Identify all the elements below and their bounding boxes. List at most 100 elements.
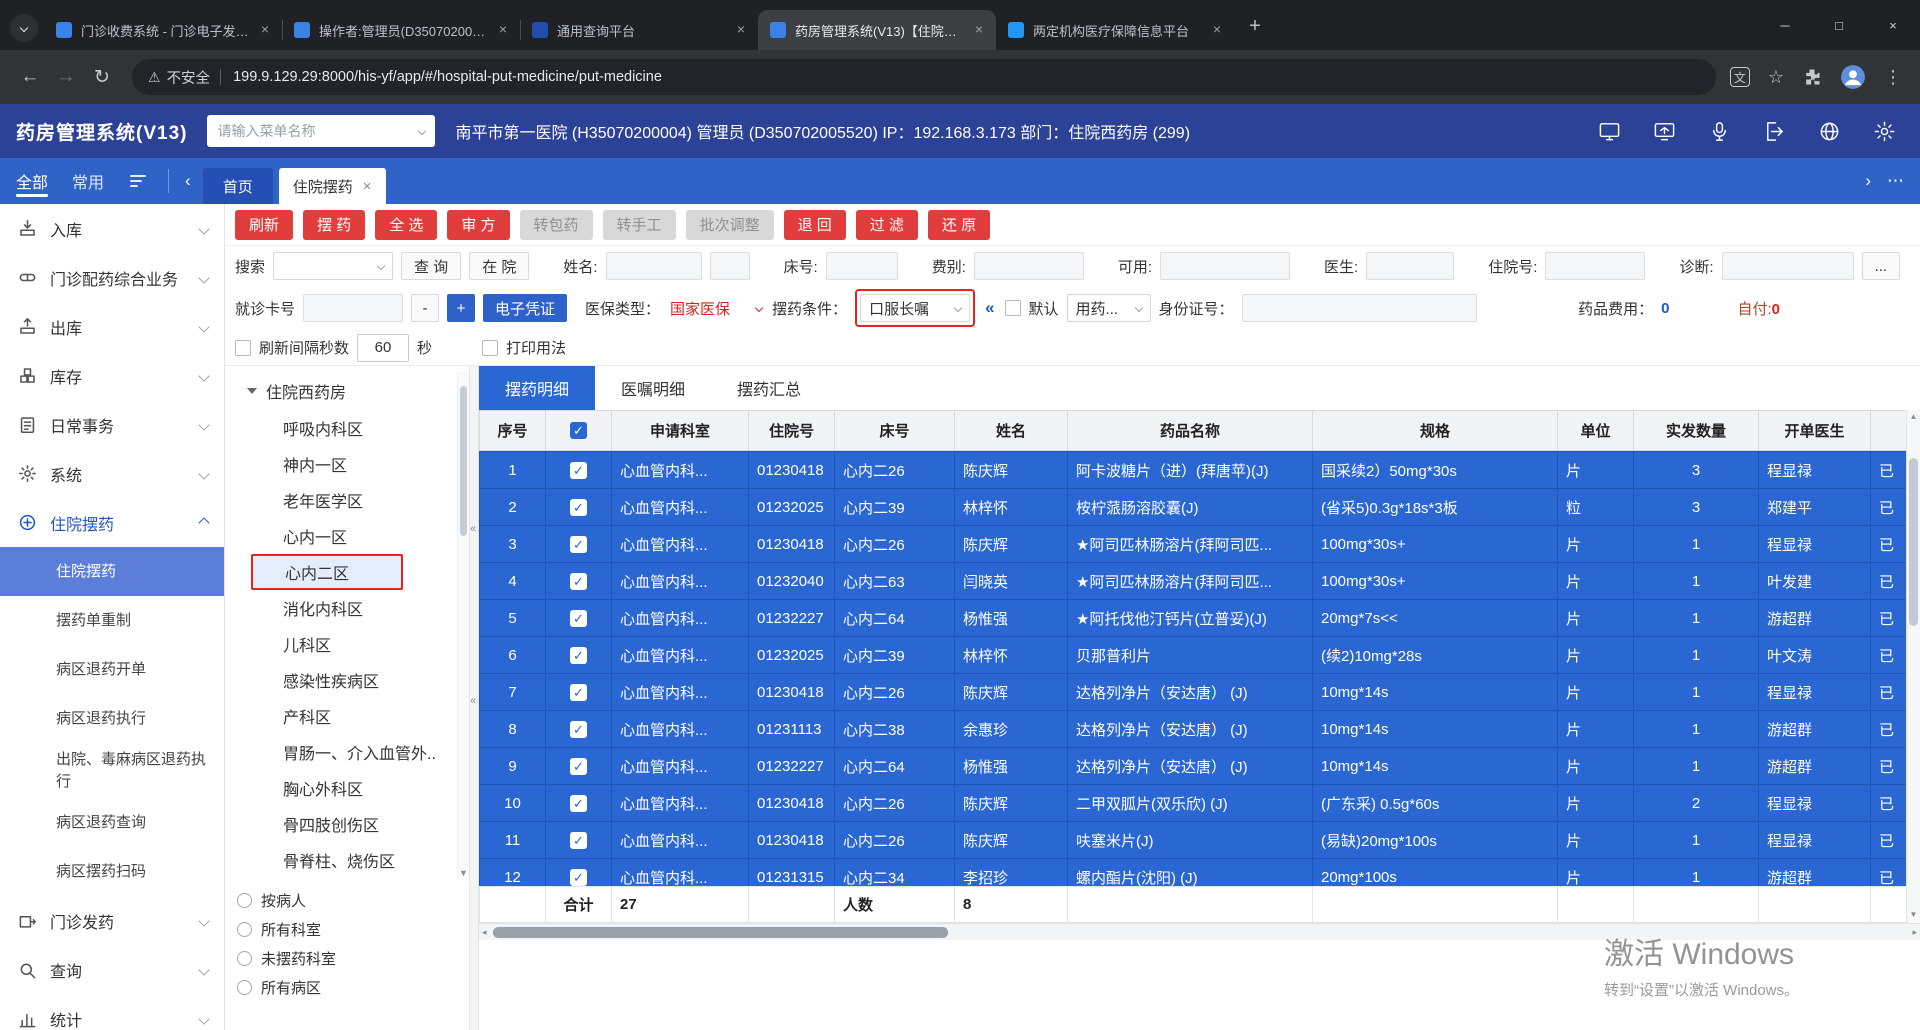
- globe-icon[interactable]: [1818, 120, 1841, 143]
- window-close-button[interactable]: ×: [1866, 0, 1920, 50]
- row-checkbox[interactable]: ✓: [570, 498, 587, 516]
- voice-icon[interactable]: [1708, 120, 1731, 143]
- tree-item-ward[interactable]: 心内一区: [225, 518, 469, 554]
- content-tab[interactable]: 医嘱明细: [595, 366, 711, 410]
- browser-tab[interactable]: 门诊收费系统 - 门诊电子发票综合 ×: [44, 10, 282, 50]
- logout-icon[interactable]: [1763, 120, 1786, 143]
- tab-close-icon[interactable]: ×: [732, 21, 750, 39]
- ward-filter-option[interactable]: 未摆药科室: [225, 944, 469, 973]
- row-checkbox[interactable]: ✓: [570, 757, 587, 775]
- row-select-cell[interactable]: ✓: [545, 858, 612, 886]
- toolbar-button[interactable]: 转手工: [602, 209, 676, 240]
- vertical-scrollbar[interactable]: ▲ ▼: [1906, 410, 1920, 921]
- tree-item-ward[interactable]: 消化内科区: [225, 590, 469, 626]
- condition-select[interactable]: 口服长嘱: [860, 294, 971, 322]
- menu-list-icon[interactable]: [128, 171, 148, 191]
- refresh-interval-input[interactable]: [357, 333, 410, 362]
- search-type-select[interactable]: [273, 252, 394, 280]
- tree-item-ward[interactable]: 呼吸内科区: [225, 410, 469, 446]
- vertical-scrollbar-thumb[interactable]: [1909, 458, 1918, 626]
- row-checkbox[interactable]: ✓: [570, 572, 587, 590]
- tab-home[interactable]: 首页: [202, 168, 273, 204]
- row-select-cell[interactable]: ✓: [545, 784, 612, 822]
- scroll-up-icon[interactable]: ▲: [1907, 412, 1920, 421]
- collapse-left-icon[interactable]: «: [470, 696, 476, 707]
- scroll-down-icon[interactable]: ▼: [458, 868, 469, 878]
- sidebar-subitem[interactable]: 病区摆药扫码: [0, 848, 224, 897]
- tree-item-ward[interactable]: 儿科区: [225, 626, 469, 662]
- medication-select[interactable]: 用药...: [1066, 294, 1151, 322]
- row-checkbox[interactable]: ✓: [570, 609, 587, 627]
- name-sub-input[interactable]: [709, 252, 750, 280]
- row-checkbox[interactable]: ✓: [570, 535, 587, 553]
- toolbar-button[interactable]: 审 方: [447, 209, 510, 240]
- minus-button[interactable]: -: [411, 294, 440, 322]
- row-select-cell[interactable]: ✓: [545, 673, 612, 711]
- sidebar-item[interactable]: 门诊发药: [0, 897, 224, 946]
- row-checkbox[interactable]: ✓: [570, 683, 587, 701]
- tab-common-menus[interactable]: 常用: [72, 158, 104, 204]
- tree-item-ward[interactable]: 产科区: [225, 698, 469, 734]
- tab-close-icon[interactable]: ×: [970, 21, 988, 39]
- tree-scrollbar-thumb[interactable]: [460, 386, 467, 536]
- window-minimize-button[interactable]: ─: [1758, 0, 1812, 50]
- row-select-cell[interactable]: ✓: [545, 525, 612, 563]
- select-all-column[interactable]: ✓: [545, 410, 612, 451]
- tab-close-icon[interactable]: ×: [363, 178, 372, 195]
- horizontal-scrollbar-thumb[interactable]: [493, 927, 948, 938]
- scroll-right-icon[interactable]: ▸: [1912, 924, 1917, 940]
- ward-filter-option[interactable]: 所有病区: [225, 973, 469, 1002]
- ward-filter-option[interactable]: 所有科室: [225, 915, 469, 944]
- doctor-input[interactable]: [1366, 252, 1455, 280]
- row-checkbox[interactable]: ✓: [570, 646, 587, 664]
- content-tab[interactable]: 摆药明细: [479, 366, 596, 410]
- content-tab[interactable]: 摆药汇总: [711, 366, 827, 410]
- tab-inpatient-dispensing[interactable]: 住院摆药 ×: [278, 168, 386, 204]
- query-button[interactable]: 查 询: [401, 252, 462, 280]
- row-select-cell[interactable]: ✓: [545, 488, 612, 526]
- row-checkbox[interactable]: ✓: [570, 794, 587, 812]
- tabs-more-icon[interactable]: ⋯: [1887, 171, 1904, 191]
- sidebar-item[interactable]: 查询: [0, 946, 224, 995]
- sidebar-item[interactable]: 门诊配药综合业务: [0, 253, 224, 302]
- sidebar-subitem[interactable]: 出院、毒麻病区退药执行: [0, 743, 224, 799]
- sidebar-item[interactable]: 日常事务: [0, 400, 224, 449]
- row-select-cell[interactable]: ✓: [545, 599, 612, 637]
- tab-close-icon[interactable]: ×: [256, 21, 274, 39]
- table-row[interactable]: 8 ✓ 心血管内科... 01231113 心内二38 余惠珍 达格列净片（安达唐） (J)…: [479, 710, 1908, 748]
- print-usage-checkbox[interactable]: [482, 339, 499, 356]
- sidebar-subitem[interactable]: 摆药单重制: [0, 596, 224, 645]
- forward-button[interactable]: →: [50, 61, 82, 93]
- available-input[interactable]: [1160, 252, 1291, 280]
- screen-share-icon[interactable]: [1653, 120, 1676, 143]
- tab-close-icon[interactable]: ×: [1208, 21, 1226, 39]
- menu-search-box[interactable]: [207, 115, 436, 147]
- screen-edit-icon[interactable]: [1598, 120, 1621, 143]
- toolbar-button[interactable]: 摆 药: [303, 209, 366, 240]
- toolbar-button[interactable]: 批次调整: [685, 209, 774, 240]
- tabs-scroll-left-icon[interactable]: ‹: [173, 158, 203, 204]
- toolbar-button[interactable]: 还 原: [927, 209, 991, 240]
- diagnosis-input[interactable]: [1721, 252, 1854, 280]
- sidebar-item[interactable]: 住院摆药: [0, 498, 224, 547]
- browser-menu-icon[interactable]: ⋮: [1884, 67, 1902, 88]
- tree-item-ward[interactable]: 骨脊柱、烧伤区: [225, 842, 469, 878]
- name-input[interactable]: [605, 252, 702, 280]
- row-select-cell[interactable]: ✓: [545, 562, 612, 600]
- tree-item-ward[interactable]: 老年医学区: [225, 482, 469, 518]
- insurance-select[interactable]: 国家医保: [668, 294, 764, 322]
- new-tab-button[interactable]: +: [1240, 11, 1270, 41]
- profile-avatar[interactable]: [1840, 64, 1866, 90]
- plus-button[interactable]: +: [447, 294, 476, 322]
- table-row[interactable]: 7 ✓ 心血管内科... 01230418 心内二26 陈庆辉 达格列净片（安达唐） (J)…: [479, 673, 1908, 711]
- row-checkbox[interactable]: ✓: [570, 868, 587, 886]
- tree-item-ward[interactable]: 胃肠一、介入血管外..: [225, 734, 469, 770]
- fee-type-input[interactable]: [973, 252, 1084, 280]
- reload-button[interactable]: ↻: [86, 61, 118, 93]
- browser-tab[interactable]: 药房管理系统(V13)【住院西药房】 ×: [758, 10, 996, 50]
- row-select-cell[interactable]: ✓: [545, 636, 612, 674]
- sidebar-item[interactable]: 入库: [0, 204, 224, 253]
- table-row[interactable]: 2 ✓ 心血管内科... 01232025 心内二39 林梓怀 桉柠蒎肠溶胶囊(J) (省采5…: [479, 488, 1908, 526]
- table-row[interactable]: 12 ✓ 心血管内科... 01231315 心内二34 李招珍 螺内酯片(沈阳) (J) 2…: [479, 858, 1908, 886]
- browser-tab[interactable]: 操作者:管理员(D350702005520) ×: [282, 10, 520, 50]
